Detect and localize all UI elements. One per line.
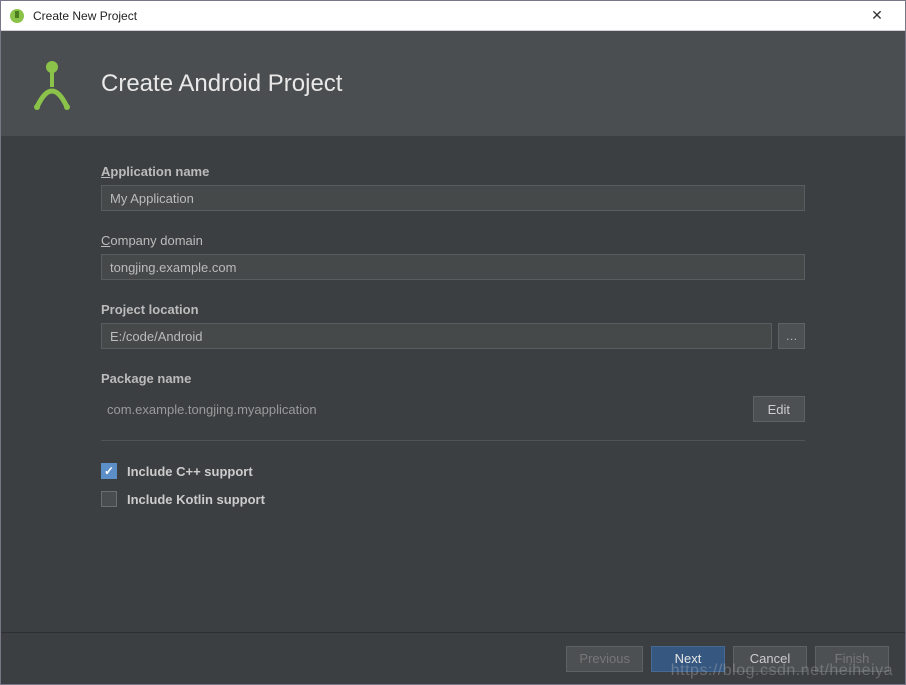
field-company-domain: Company domain [101,233,805,280]
next-button[interactable]: Next [651,646,725,672]
edit-package-button[interactable]: Edit [753,396,805,422]
android-studio-icon [9,8,25,24]
window-title: Create New Project [33,9,857,23]
input-project-location[interactable] [101,323,772,349]
label-include-kotlin: Include Kotlin support [127,492,265,507]
checkbox-include-kotlin[interactable] [101,491,117,507]
finish-button[interactable]: Finish [815,646,889,672]
label-application-name: Application name [101,164,805,179]
label-include-cpp: Include C++ support [127,464,253,479]
field-package-name: Package name com.example.tongjing.myappl… [101,371,805,441]
form-area: Application name Company domain Project … [1,136,905,632]
wizard-footer: Previous Next Cancel Finish https://blog… [1,632,905,684]
android-studio-logo-icon [25,57,79,111]
close-icon[interactable]: ✕ [857,7,897,24]
cancel-button[interactable]: Cancel [733,646,807,672]
label-project-location: Project location [101,302,805,317]
field-project-location: Project location … [101,302,805,349]
window-titlebar: Create New Project ✕ [1,1,905,31]
label-company-domain: Company domain [101,233,805,248]
checkbox-include-cpp[interactable] [101,463,117,479]
input-company-domain[interactable] [101,254,805,280]
checkbox-row-kotlin[interactable]: Include Kotlin support [101,491,805,507]
checkbox-row-cpp[interactable]: Include C++ support [101,463,805,479]
browse-button[interactable]: … [778,323,805,349]
field-application-name: Application name [101,164,805,211]
wizard-title: Create Android Project [101,70,342,98]
input-application-name[interactable] [101,185,805,211]
divider [101,440,805,441]
wizard-header: Create Android Project [1,31,905,136]
label-package-name: Package name [101,371,805,386]
previous-button[interactable]: Previous [566,646,643,672]
value-package-name: com.example.tongjing.myapplication [101,402,317,417]
